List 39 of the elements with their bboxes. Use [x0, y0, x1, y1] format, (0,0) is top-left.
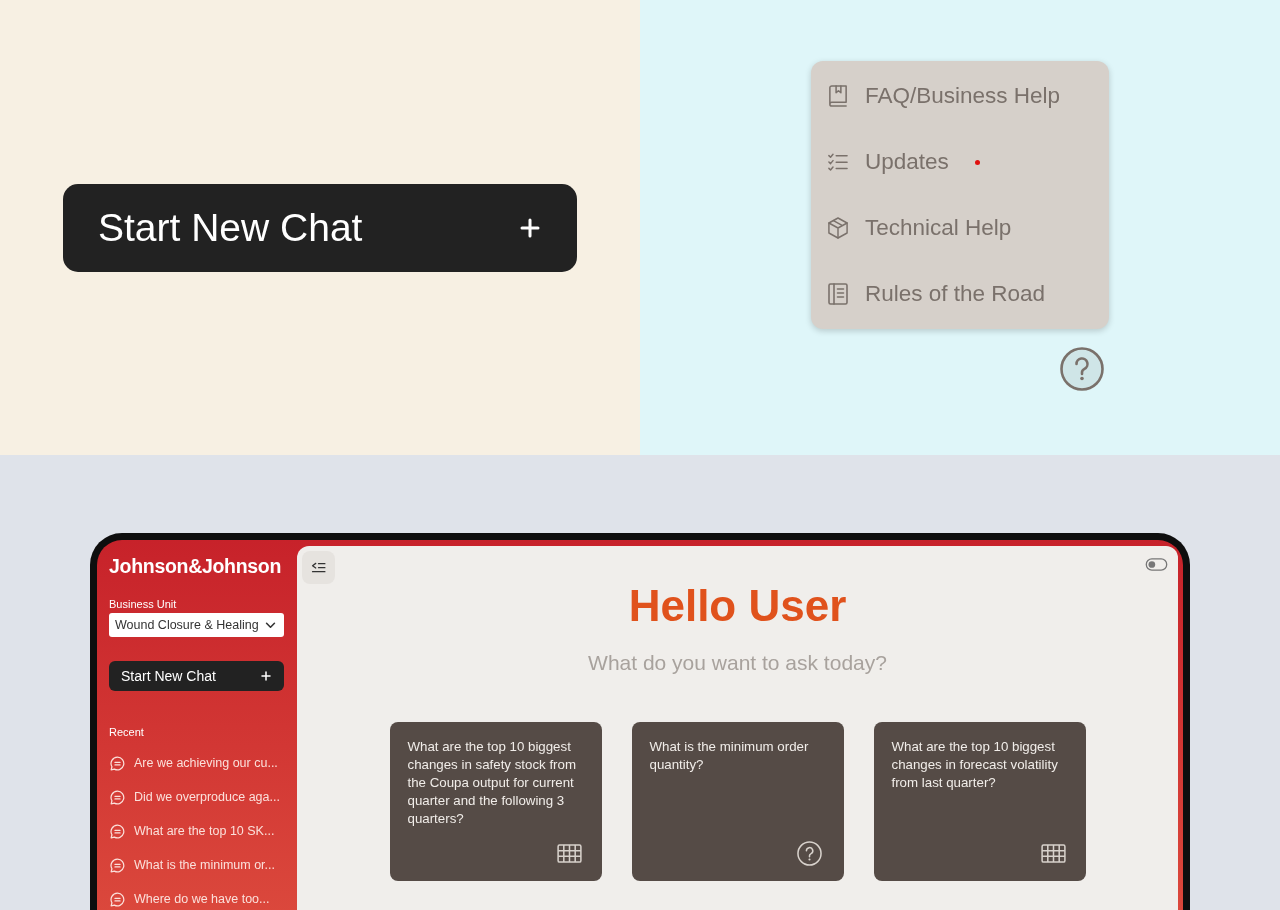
start-new-chat-button[interactable]: Start New Chat — [63, 183, 577, 272]
help-icon[interactable] — [1060, 347, 1104, 391]
start-new-chat-button[interactable]: Start New Chat — [109, 661, 284, 691]
table-icon — [556, 844, 582, 863]
recent-chat-item[interactable]: What are the top 10 SK... — [109, 814, 284, 848]
brand-logo: Johnson&Johnson — [109, 554, 282, 578]
recent-chat-item[interactable]: Where do we have too... — [109, 882, 284, 910]
business-unit-dropdown[interactable]: Wound Closure & Healing — [109, 613, 284, 637]
suggestion-card[interactable]: What are the top 10 biggest changes in safety stock from the Coupa output for current quarter and the following 3 quarters? — [389, 722, 602, 881]
recent-chat-item[interactable]: Are we achieving our cu... — [109, 746, 284, 780]
document-icon — [828, 283, 848, 305]
section-heading: Recent — [109, 725, 144, 739]
prompt-subtitle: What do you want to ask today? — [588, 650, 887, 676]
plus-icon — [261, 671, 271, 681]
chevron-lines-icon — [311, 562, 326, 573]
plus-icon — [520, 217, 540, 238]
chevron-down-icon — [265, 621, 276, 629]
chat-bubble-icon — [110, 755, 125, 771]
book-icon — [828, 85, 848, 107]
field-label: Business Unit — [109, 597, 177, 611]
collapse-sidebar-button[interactable] — [302, 551, 335, 584]
help-menu-item[interactable]: FAQ/Business Help — [811, 63, 1109, 129]
suggestion-card[interactable]: What are the top 10 biggest changes in forecast volatility from last quarter? — [873, 722, 1086, 881]
checklist-icon — [828, 151, 848, 173]
help-menu-item[interactable]: Rules of the Road — [811, 261, 1109, 327]
chat-bubble-icon — [110, 891, 125, 907]
greeting-title: Hello User — [628, 584, 847, 628]
help-menu-item[interactable]: Updates — [811, 129, 1109, 195]
cube-icon — [828, 217, 848, 239]
question-circle-icon — [796, 841, 822, 866]
recent-chat-item[interactable]: Did we overproduce aga... — [109, 780, 284, 814]
chat-bubble-icon — [110, 857, 125, 873]
toggle-switch[interactable] — [1145, 558, 1168, 571]
chat-bubble-icon — [110, 823, 125, 839]
table-icon — [1040, 844, 1066, 863]
recent-chat-item[interactable]: What is the minimum or... — [109, 848, 284, 882]
chat-bubble-icon — [110, 789, 125, 805]
help-menu-item[interactable]: Technical Help — [811, 195, 1109, 261]
suggestion-card[interactable]: What is the minimum order quantity? — [631, 722, 844, 881]
